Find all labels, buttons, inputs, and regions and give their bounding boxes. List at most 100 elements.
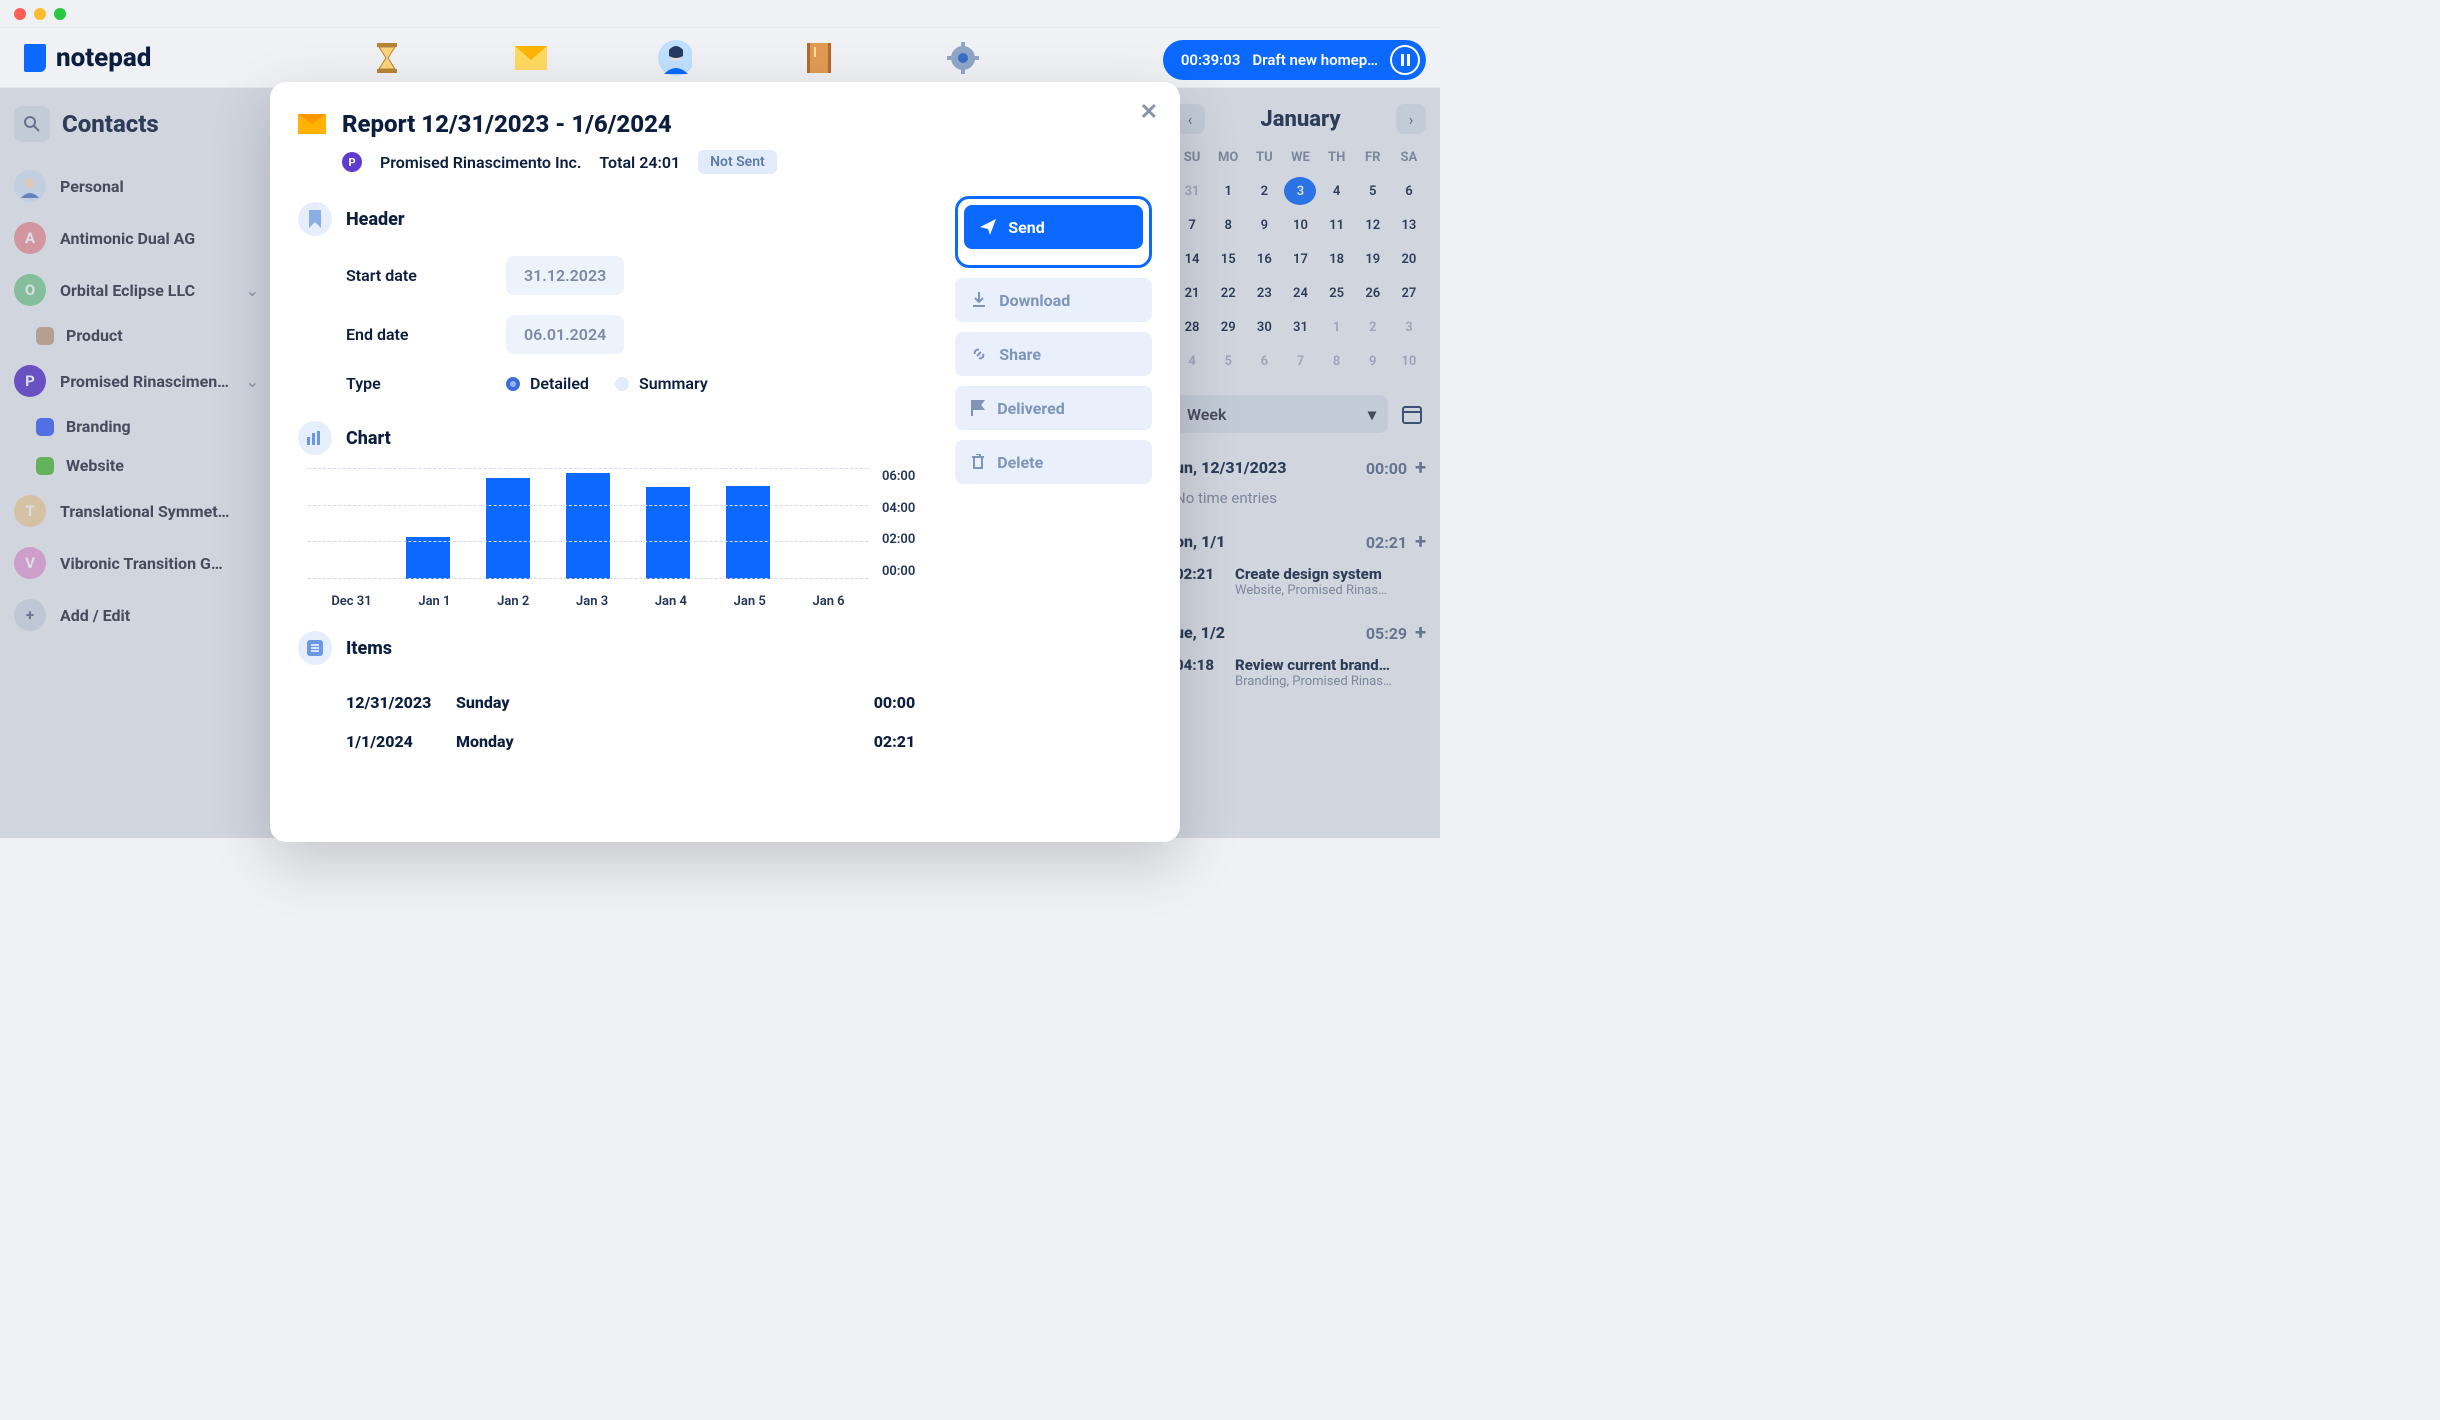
calendar-day[interactable]: 4 (1176, 347, 1208, 375)
sidebar-item[interactable]: VVibronic Transition G… (10, 537, 265, 589)
avatar-icon[interactable] (658, 41, 692, 75)
delivered-button[interactable]: Delivered (955, 386, 1152, 430)
calendar-day[interactable]: 7 (1176, 211, 1208, 239)
calendar-day[interactable]: 5 (1212, 347, 1244, 375)
sidebar-subitem[interactable]: Product (10, 316, 265, 355)
view-select[interactable]: Week ▾ (1175, 395, 1388, 433)
calendar-button[interactable] (1398, 400, 1426, 428)
type-summary-radio[interactable]: Summary (615, 374, 708, 393)
calendar-day[interactable]: 1 (1321, 313, 1353, 341)
send-button[interactable]: Send (964, 205, 1143, 249)
calendar-day[interactable]: 2 (1248, 177, 1280, 205)
calendar-day[interactable]: 3 (1393, 313, 1425, 341)
calendar-day[interactable]: 9 (1357, 347, 1389, 375)
calendar-day[interactable]: 13 (1393, 211, 1425, 239)
close-window-icon[interactable] (14, 8, 26, 20)
calendar-day[interactable]: 17 (1284, 245, 1316, 273)
project-chip-icon (36, 327, 54, 345)
type-detailed-radio[interactable]: Detailed (506, 374, 589, 393)
hourglass-icon[interactable] (370, 41, 404, 75)
calendar-day[interactable]: 8 (1212, 211, 1244, 239)
calendar-day[interactable]: 15 (1212, 245, 1244, 273)
share-button[interactable]: Share (955, 332, 1152, 376)
plus-icon: + (14, 599, 46, 631)
envelope-icon (298, 114, 326, 134)
sidebar-item[interactable]: AAntimonic Dual AG (10, 212, 265, 264)
calendar-day[interactable]: 28 (1176, 313, 1208, 341)
calendar-day[interactable]: 26 (1357, 279, 1389, 307)
start-date-value[interactable]: 31.12.2023 (506, 256, 624, 295)
calendar-day[interactable]: 18 (1321, 245, 1353, 273)
chart-xlabel: Jan 6 (812, 594, 844, 609)
agenda-entry[interactable]: 02:21Create design systemWebsite, Promis… (1175, 565, 1426, 598)
calendar-day[interactable]: 14 (1176, 245, 1208, 273)
calendar-day[interactable]: 19 (1357, 245, 1389, 273)
calendar-day[interactable]: 31 (1284, 313, 1316, 341)
calendar-day[interactable]: 30 (1248, 313, 1280, 341)
calendar-day[interactable]: 21 (1176, 279, 1208, 307)
entry-title: Create design system (1235, 565, 1387, 583)
sidebar-item-label: Product (66, 326, 123, 345)
calendar-day[interactable]: 4 (1321, 177, 1353, 205)
calendar-day[interactable]: 2 (1357, 313, 1389, 341)
calendar-day[interactable]: 3 (1284, 177, 1316, 205)
avatar-icon: O (14, 274, 46, 306)
delete-button[interactable]: Delete (955, 440, 1152, 484)
calendar-day[interactable]: 27 (1393, 279, 1425, 307)
notebook-icon[interactable] (802, 41, 836, 75)
agenda-entry[interactable]: 04:18Review current brand…Branding, Prom… (1175, 656, 1426, 689)
calendar-day[interactable]: 9 (1248, 211, 1280, 239)
add-entry-button[interactable]: + (1415, 620, 1426, 644)
no-entries-label: No time entries (1175, 489, 1426, 507)
calendar-day[interactable]: 11 (1321, 211, 1353, 239)
brand[interactable]: notepad (0, 43, 151, 73)
sidebar-item[interactable]: Personal (10, 160, 265, 212)
calendar-day[interactable]: 5 (1357, 177, 1389, 205)
calendar-day[interactable]: 31 (1176, 177, 1208, 205)
end-date-value[interactable]: 06.01.2024 (506, 315, 624, 354)
gear-icon[interactable] (946, 41, 980, 75)
calendar-day[interactable]: 22 (1212, 279, 1244, 307)
agenda-day: ue, 1/205:29+04:18Review current brand…B… (1175, 620, 1426, 689)
calendar-day[interactable]: 23 (1248, 279, 1280, 307)
item-row[interactable]: 1/1/2024Monday02:21 (346, 722, 915, 761)
agenda-day: un, 12/31/202300:00+No time entries (1175, 455, 1426, 507)
calendar-day[interactable]: 24 (1284, 279, 1316, 307)
timer-elapsed: 00:39:03 (1181, 51, 1241, 69)
chart-gridline (308, 505, 868, 506)
timer-pill[interactable]: 00:39:03 Draft new homep… (1163, 40, 1426, 80)
calendar-day[interactable]: 6 (1393, 177, 1425, 205)
calendar-day[interactable]: 25 (1321, 279, 1353, 307)
month-next-button[interactable]: › (1396, 104, 1426, 134)
calendar-day[interactable]: 29 (1212, 313, 1244, 341)
close-button[interactable]: ✕ (1140, 100, 1158, 125)
chart-ylabel: 04:00 (882, 501, 915, 516)
add-edit-button[interactable]: + Add / Edit (10, 589, 265, 641)
add-entry-button[interactable]: + (1415, 529, 1426, 553)
calendar-day[interactable]: 12 (1357, 211, 1389, 239)
calendar-day[interactable]: 8 (1321, 347, 1353, 375)
add-entry-button[interactable]: + (1415, 455, 1426, 479)
report-title: Report 12/31/2023 - 1/6/2024 (342, 110, 672, 138)
minimize-window-icon[interactable] (34, 8, 46, 20)
search-button[interactable] (14, 106, 50, 142)
pause-button[interactable] (1390, 45, 1420, 75)
calendar-day[interactable]: 7 (1284, 347, 1316, 375)
item-row[interactable]: 12/31/2023Sunday00:00 (346, 683, 915, 722)
sidebar-subitem[interactable]: Website (10, 446, 265, 485)
calendar-day[interactable]: 20 (1393, 245, 1425, 273)
sidebar-item[interactable]: TTranslational Symmet… (10, 485, 265, 537)
sidebar-item[interactable]: PPromised Rinascimen…⌄ (10, 355, 265, 407)
calendar-day[interactable]: 6 (1248, 347, 1280, 375)
agenda-day-label: ue, 1/2 (1175, 623, 1225, 642)
sidebar-subitem[interactable]: Branding (10, 407, 265, 446)
calendar-day[interactable]: 1 (1212, 177, 1244, 205)
calendar-day[interactable]: 16 (1248, 245, 1280, 273)
mail-icon[interactable] (514, 41, 548, 75)
entry-title: Review current brand… (1235, 656, 1392, 674)
calendar-day[interactable]: 10 (1284, 211, 1316, 239)
sidebar-item[interactable]: OOrbital Eclipse LLC⌄ (10, 264, 265, 316)
download-button[interactable]: Download (955, 278, 1152, 322)
maximize-window-icon[interactable] (54, 8, 66, 20)
calendar-day[interactable]: 10 (1393, 347, 1425, 375)
